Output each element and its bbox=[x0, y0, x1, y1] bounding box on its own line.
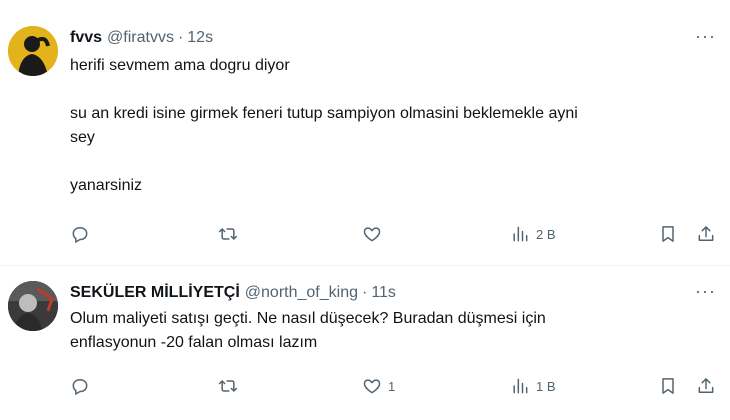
reply-icon bbox=[72, 379, 88, 395]
bookmark-icon bbox=[662, 226, 674, 242]
tweet-line: herifi sevmem ama dogru diyor bbox=[70, 57, 290, 74]
tweet-header: SEKÜLER MİLLİYETÇİ @north_of_king · 11s bbox=[70, 284, 396, 302]
views-button[interactable]: 2 B bbox=[510, 224, 556, 244]
retweet-icon bbox=[218, 380, 238, 392]
like-button[interactable]: 1 bbox=[362, 376, 395, 396]
separator-dot: · bbox=[361, 284, 368, 301]
bookmark-button[interactable] bbox=[658, 224, 678, 244]
user-handle[interactable]: @firatvvs bbox=[107, 29, 174, 47]
views-icon bbox=[513, 378, 528, 394]
like-icon bbox=[363, 379, 381, 394]
display-name[interactable]: fvvs bbox=[70, 29, 102, 47]
bookmark-icon bbox=[662, 378, 674, 394]
views-button[interactable]: 1 B bbox=[510, 376, 556, 396]
retweet-button[interactable] bbox=[218, 376, 238, 396]
retweet-icon bbox=[218, 228, 238, 240]
bookmark-button[interactable] bbox=[658, 376, 678, 396]
reply-button[interactable] bbox=[70, 376, 90, 396]
like-button[interactable] bbox=[362, 224, 382, 244]
views-count: 2 B bbox=[536, 226, 556, 242]
timestamp[interactable]: 12s bbox=[187, 29, 213, 47]
share-icon bbox=[698, 226, 714, 241]
share-icon bbox=[698, 378, 714, 393]
views-count: 1 B bbox=[536, 378, 556, 394]
avatar-image bbox=[8, 281, 58, 331]
user-handle[interactable]: @north_of_king bbox=[245, 284, 358, 302]
reply-icon bbox=[72, 227, 88, 243]
avatar-image bbox=[8, 26, 58, 76]
tweet-1[interactable]: fvvs @firatvvs · 12s ··· herifi sevmem a… bbox=[0, 0, 730, 266]
tweet-line: Olum maliyeti satışı geçti. Ne nasıl düş… bbox=[70, 310, 546, 327]
avatar[interactable] bbox=[8, 281, 58, 331]
display-name[interactable]: SEKÜLER MİLLİYETÇİ bbox=[70, 284, 240, 302]
views-icon bbox=[513, 226, 528, 242]
more-icon[interactable]: ··· bbox=[695, 26, 716, 47]
tweet-2[interactable]: SEKÜLER MİLLİYETÇİ @north_of_king · 11s … bbox=[0, 266, 730, 420]
share-button[interactable] bbox=[696, 224, 716, 244]
separator-dot: · bbox=[177, 29, 184, 46]
share-button[interactable] bbox=[696, 376, 716, 396]
tweet-line: yanarsiniz bbox=[70, 177, 143, 194]
retweet-button[interactable] bbox=[218, 224, 238, 244]
timestamp[interactable]: 11s bbox=[371, 284, 396, 302]
tweet-header: fvvs @firatvvs · 12s bbox=[70, 29, 213, 47]
reply-button[interactable] bbox=[70, 224, 90, 244]
tweet-text: Olum maliyeti satışı geçti. Ne nasıl düş… bbox=[70, 307, 710, 355]
likes-count: 1 bbox=[388, 378, 396, 394]
like-icon bbox=[363, 227, 381, 242]
action-bar: 2 B bbox=[68, 224, 720, 248]
more-icon[interactable]: ··· bbox=[695, 281, 716, 302]
tweet-line: enflasyonun -20 falan olması lazım bbox=[70, 334, 318, 351]
tweet-line: sey bbox=[70, 129, 95, 146]
action-bar: 1 1 B bbox=[68, 376, 720, 400]
tweet-text: herifi sevmem ama dogru diyor su an kred… bbox=[70, 54, 710, 198]
avatar[interactable] bbox=[8, 26, 58, 76]
tweet-line: su an kredi isine girmek feneri tutup sa… bbox=[70, 105, 578, 122]
